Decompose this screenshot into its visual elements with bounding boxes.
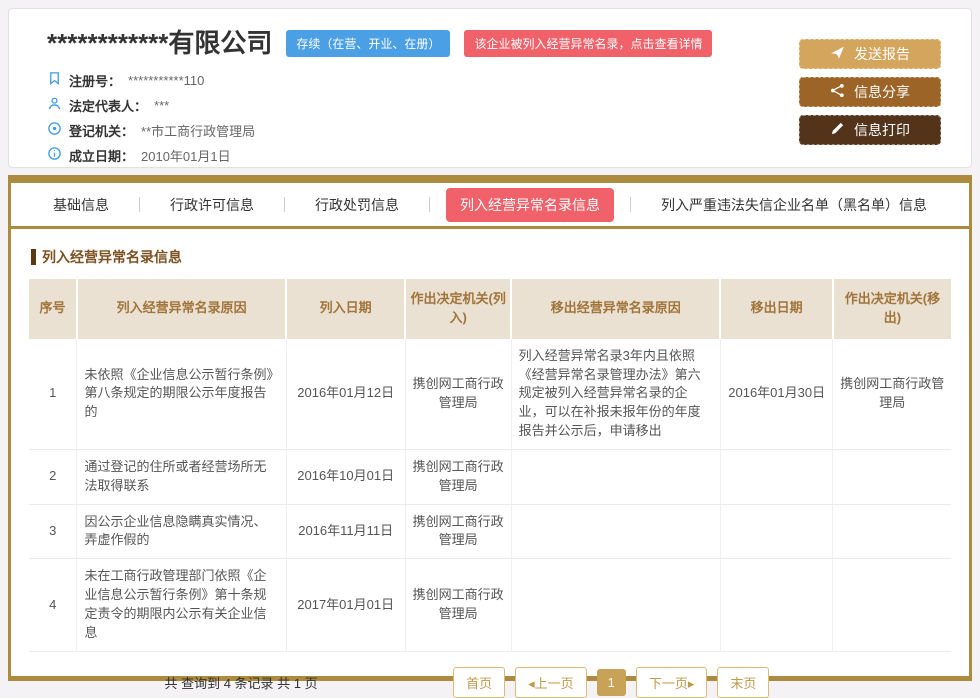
cell-authority-out [833,504,951,559]
section-title-text: 列入经营异常名录信息 [42,247,182,267]
prev-page-button[interactable]: ◂上一页 [515,667,587,698]
tab-administrative-penalty[interactable]: 行政处罚信息 [301,188,413,222]
tab-divider [630,197,631,212]
tab-divider [139,197,140,212]
share-icon [830,83,845,101]
company-status-badge: 存续（在营、开业、在册） [286,30,450,57]
header-authority-in: 作出决定机关(列入) [405,279,511,339]
registration-number-value: ***********110 [128,73,204,88]
info-row-establishment-date: 成立日期： 2010年01月1日 [47,143,941,168]
cell-no: 4 [29,559,77,651]
abnormal-list-section: 列入经营异常名录信息 序号 列入经营异常名录原因 列入日期 作出决定机关(列入)… [11,229,969,698]
company-header-card: ************有限公司 存续（在营、开业、在册） 该企业被列入经营异常… [8,8,972,168]
tab-divider [429,197,430,212]
share-info-label: 信息分享 [854,82,910,102]
establishment-date-value: 2010年01月1日 [141,146,231,165]
header-authority-out: 作出决定机关(移出) [833,279,951,339]
establishment-date-label: 成立日期： [69,146,134,165]
cell-reason-in: 未在工商行政管理部门依照《企业信息公示暂行条例》第十条规定责令的期限内公示有关企… [77,559,286,651]
certificate-icon [47,71,62,89]
print-info-button[interactable]: 信息打印 [799,115,941,145]
header-no: 序号 [29,279,77,339]
table-row: 2 通过登记的住所或者经营场所无法取得联系 2016年10月01日 携创网工商行… [29,449,951,504]
abnormal-operations-table: 序号 列入经营异常名录原因 列入日期 作出决定机关(列入) 移出经营异常名录原因… [29,279,951,652]
tab-abnormal-operation-list[interactable]: 列入经营异常名录信息 [446,188,614,222]
tab-serious-violation-blacklist[interactable]: 列入严重违法失信企业名单（黑名单）信息 [647,188,941,222]
legal-representative-label: 法定代表人： [69,96,147,115]
header-date-in: 列入日期 [286,279,405,339]
cell-date-in: 2016年10月01日 [286,449,405,504]
table-row: 3 因公示企业信息隐瞒真实情况、弄虚作假的 2016年11月11日 携创网工商行… [29,504,951,559]
legal-representative-value: *** [154,98,169,113]
next-page-button[interactable]: 下一页▸ [636,667,708,698]
pagination-bar: 共 查询到 4 条记录 共 1 页 首页 ◂上一页 1 下一页▸ 末页 [29,667,951,698]
cell-authority-out [833,559,951,651]
cell-authority-in: 携创网工商行政管理局 [405,449,511,504]
pencil-icon [830,121,845,139]
print-info-label: 信息打印 [854,120,910,140]
table-header-row: 序号 列入经营异常名录原因 列入日期 作出决定机关(列入) 移出经营异常名录原因… [29,279,951,339]
cell-date-out [720,559,832,651]
cell-date-in: 2016年11月11日 [286,504,405,559]
company-name: ************有限公司 [47,29,272,58]
tab-bar: 基础信息 行政许可信息 行政处罚信息 列入经营异常名录信息 列入严重违法失信企业… [11,183,969,229]
section-title: 列入经营异常名录信息 [31,247,951,267]
location-icon [47,121,62,139]
cell-reason-out [511,504,720,559]
registration-authority-label: 登记机关： [69,121,134,140]
cell-reason-out: 列入经营异常名录3年内且依照《经营异常名录管理办法》第六规定被列入经营异常名录的… [511,339,720,450]
cell-authority-out: 携创网工商行政管理局 [833,339,951,450]
table-row: 1 未依照《企业信息公示暂行条例》第八条规定的期限公示年度报告的 2016年01… [29,339,951,450]
pager-buttons: 首页 ◂上一页 1 下一页▸ 末页 [453,667,769,698]
cell-reason-in: 因公示企业信息隐瞒真实情况、弄虚作假的 [77,504,286,559]
cell-reason-out [511,449,720,504]
cell-date-out: 2016年01月30日 [720,339,832,450]
cell-date-out [720,449,832,504]
section-marker [31,249,36,265]
cell-date-in: 2016年01月12日 [286,339,405,450]
cell-no: 2 [29,449,77,504]
cell-reason-in: 通过登记的住所或者经营场所无法取得联系 [77,449,286,504]
send-icon [830,45,845,63]
person-icon [47,96,62,114]
cell-no: 3 [29,504,77,559]
cell-date-in: 2017年01月01日 [286,559,405,651]
registration-number-label: 注册号： [69,71,121,90]
send-report-button[interactable]: 发送报告 [799,39,941,69]
cell-date-out [720,504,832,559]
abnormal-alert-badge[interactable]: 该企业被列入经营异常名录，点击查看详情 [464,30,712,57]
info-icon [47,146,62,164]
registration-authority-value: **市工商行政管理局 [141,121,255,140]
abnormal-table-body: 1 未依照《企业信息公示暂行条例》第八条规定的期限公示年度报告的 2016年01… [29,339,951,651]
last-page-button[interactable]: 末页 [717,667,769,698]
header-action-buttons: 发送报告 信息分享 信息打印 [799,39,941,145]
cell-no: 1 [29,339,77,450]
header-reason-out: 移出经营异常名录原因 [511,279,720,339]
cell-authority-in: 携创网工商行政管理局 [405,559,511,651]
header-reason-in: 列入经营异常名录原因 [77,279,286,339]
cell-authority-in: 携创网工商行政管理局 [405,339,511,450]
cell-authority-in: 携创网工商行政管理局 [405,504,511,559]
cell-reason-in: 未依照《企业信息公示暂行条例》第八条规定的期限公示年度报告的 [77,339,286,450]
cell-reason-out [511,559,720,651]
table-row: 4 未在工商行政管理部门依照《企业信息公示暂行条例》第十条规定责令的期限内公示有… [29,559,951,651]
tab-divider [284,197,285,212]
send-report-label: 发送报告 [854,44,910,64]
main-panel: 基础信息 行政许可信息 行政处罚信息 列入经营异常名录信息 列入严重违法失信企业… [8,175,972,681]
share-info-button[interactable]: 信息分享 [799,77,941,107]
current-page-button[interactable]: 1 [597,669,626,696]
first-page-button[interactable]: 首页 [453,667,505,698]
tab-basic-info[interactable]: 基础信息 [39,188,123,222]
cell-authority-out [833,449,951,504]
tab-administrative-license[interactable]: 行政许可信息 [156,188,268,222]
header-date-out: 移出日期 [720,279,832,339]
record-count-summary: 共 查询到 4 条记录 共 1 页 [29,673,453,692]
